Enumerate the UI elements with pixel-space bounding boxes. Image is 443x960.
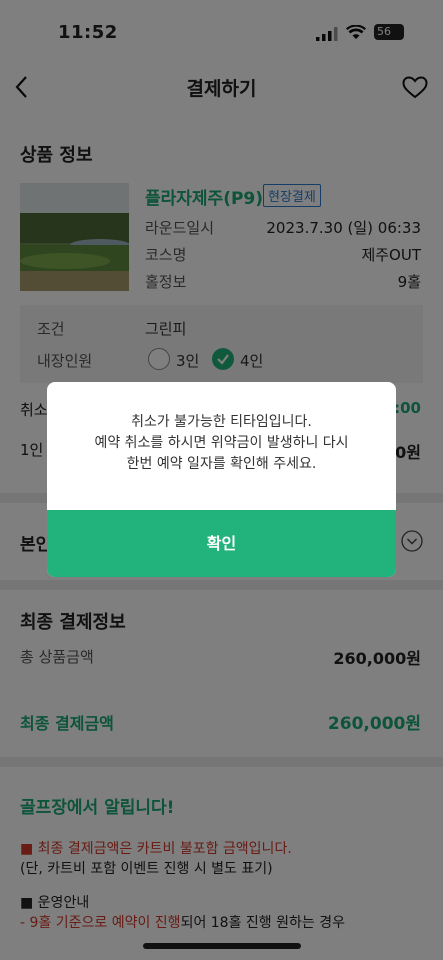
confirm-button[interactable]: 확인 [47, 510, 396, 577]
home-indicator[interactable] [143, 943, 301, 949]
alert-message-line-2: 예약 취소를 하시면 위약금이 발생하니 다시 [94, 435, 349, 451]
alert-message-line-3: 한번 예약 일자를 확인해 주세요. [126, 456, 317, 472]
alert-dialog: 취소가 불가능한 티타임입니다. 예약 취소를 하시면 위약금이 발생하니 다시… [47, 382, 396, 577]
alert-message: 취소가 불가능한 티타임입니다. 예약 취소를 하시면 위약금이 발생하니 다시… [47, 412, 396, 475]
alert-message-line-1: 취소가 불가능한 티타임입니다. [131, 414, 312, 430]
